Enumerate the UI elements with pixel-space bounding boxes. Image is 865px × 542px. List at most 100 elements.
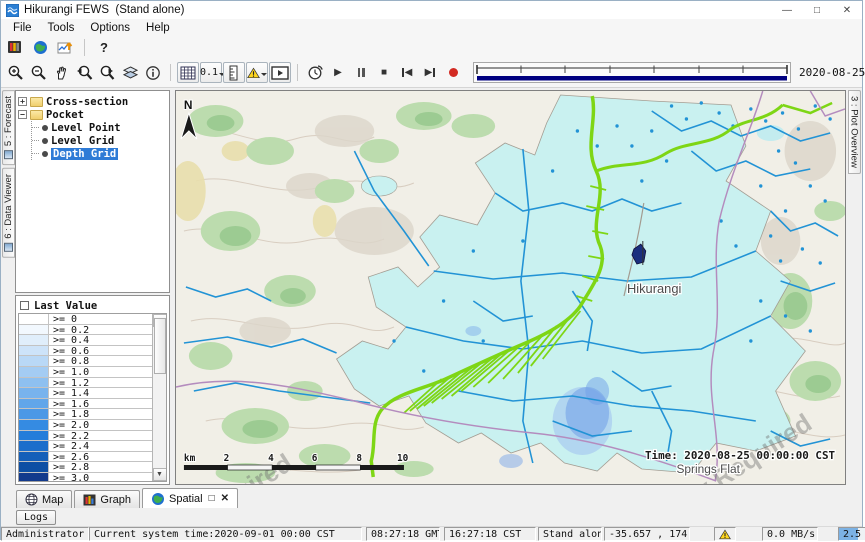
tree-connector xyxy=(32,140,39,141)
checkbox-icon[interactable] xyxy=(20,301,29,310)
legend-swatch xyxy=(19,441,49,451)
timer-icon xyxy=(307,64,324,81)
pause-button[interactable] xyxy=(350,62,372,83)
left-tab-rail: 5 : Forecast 6 : Data Viewer xyxy=(1,88,15,487)
app-window: Hikurangi FEWS (Stand alone) — □ ✕ File … xyxy=(0,0,863,540)
legend-swatch xyxy=(19,335,49,345)
svg-text:4: 4 xyxy=(268,453,274,464)
zoom-previous-button[interactable] xyxy=(73,62,95,83)
status-transfer-rate: 0.0 MB/s xyxy=(762,527,818,541)
menu-file[interactable]: File xyxy=(5,22,40,34)
help-button[interactable]: ? xyxy=(93,37,115,58)
status-local-time: 16:27:18 CST xyxy=(444,527,536,541)
logs-button[interactable]: Logs xyxy=(16,510,56,525)
folder-icon xyxy=(30,97,43,107)
title-bar: Hikurangi FEWS (Stand alone) — □ ✕ xyxy=(1,1,862,19)
tree-connector xyxy=(32,127,39,128)
timeseries-dialog-button[interactable] xyxy=(54,37,76,58)
scale-bar-button[interactable] xyxy=(223,62,245,83)
zoom-in-button[interactable] xyxy=(4,62,26,83)
timeline-slider[interactable] xyxy=(473,62,791,83)
point-size-dropdown[interactable]: 0.1 xyxy=(200,62,222,83)
grid-display-button[interactable] xyxy=(177,62,199,83)
pan-button[interactable] xyxy=(50,62,72,83)
legend-row: >= 2.8 xyxy=(19,462,152,473)
zoom-next-button[interactable] xyxy=(96,62,118,83)
timeline-period-bar xyxy=(477,76,787,81)
map-time-label: Time: 2020-08-25 00:00:00 CST xyxy=(645,449,836,462)
toolbar-separator xyxy=(84,39,85,56)
legend-swatch xyxy=(19,399,49,409)
legend-row: >= 1.4 xyxy=(19,388,152,399)
tree-connector xyxy=(32,153,39,154)
tree-label: Level Point xyxy=(51,122,121,134)
app-logo-icon xyxy=(6,4,19,17)
tree-item-level-point[interactable]: Level Point xyxy=(32,121,167,134)
tab-graph[interactable]: Graph xyxy=(74,490,140,508)
pause-icon xyxy=(357,66,366,80)
zoom-out-button[interactable] xyxy=(27,62,49,83)
legend-row: >= 0.6 xyxy=(19,346,152,357)
legend-swatch xyxy=(19,388,49,398)
legend-swatch xyxy=(19,356,49,366)
toolbar-separator xyxy=(297,64,298,81)
spatial-layer-tree: + Cross-section − Pocket Level Point xyxy=(15,90,170,293)
stop-button[interactable]: ■ xyxy=(373,62,395,83)
tab-map[interactable]: Map xyxy=(16,490,72,508)
menu-options[interactable]: Options xyxy=(82,22,138,34)
tree-item-level-grid[interactable]: Level Grid xyxy=(32,134,167,147)
step-forward-button[interactable]: ▶ xyxy=(419,62,441,83)
map-display-button[interactable] xyxy=(29,37,51,58)
legend-row: >= 2.2 xyxy=(19,431,152,442)
legend-swatch xyxy=(19,462,49,472)
expand-icon[interactable]: + xyxy=(18,97,27,106)
tab-plot-overview[interactable]: 3 : Plot Overview xyxy=(848,90,861,174)
status-warning[interactable] xyxy=(714,527,736,541)
close-panel-icon[interactable]: ✕ xyxy=(221,493,229,504)
chart-arrow-icon xyxy=(57,40,74,55)
float-panel-icon[interactable]: □ xyxy=(209,493,215,504)
timer-button[interactable] xyxy=(304,62,326,83)
menu-help[interactable]: Help xyxy=(138,22,178,34)
legend-swatch xyxy=(19,473,49,482)
legend-row: >= 0 xyxy=(19,314,152,325)
legend-rows: >= 0 >= 0.2 >= 0.4 >= 0.6 >= 0.8 >= 1.0 … xyxy=(19,314,152,481)
grid-icon xyxy=(180,66,196,80)
bottom-tab-bar: Map Graph Spatial □ ✕ xyxy=(1,487,862,508)
legend-scrollbar[interactable]: ▲ ▼ xyxy=(152,314,166,481)
record-button[interactable] xyxy=(442,62,464,83)
play-button[interactable]: ▶ xyxy=(327,62,349,83)
menu-bar: File Tools Options Help xyxy=(1,19,862,36)
info-button[interactable] xyxy=(142,62,164,83)
scroll-thumb[interactable] xyxy=(154,318,166,374)
tree-label: Pocket xyxy=(46,109,84,121)
minimize-button[interactable]: — xyxy=(772,1,802,19)
scroll-down-icon[interactable]: ▼ xyxy=(153,468,167,481)
legend-row: >= 0.4 xyxy=(19,335,152,346)
tree-item-pocket[interactable]: − Pocket xyxy=(18,108,167,121)
tree-item-cross-section[interactable]: + Cross-section xyxy=(18,95,167,108)
last-value-option[interactable]: Last Value xyxy=(18,298,167,313)
layers-button[interactable] xyxy=(119,62,141,83)
legend-row: >= 2.0 xyxy=(19,420,152,431)
tree-item-depth-grid[interactable]: Depth Grid xyxy=(32,147,167,160)
warnings-dropdown[interactable] xyxy=(246,62,268,83)
tree-label-selected: Depth Grid xyxy=(51,148,118,160)
layers-icon xyxy=(122,65,139,81)
animation-button[interactable] xyxy=(269,62,291,83)
explorer-button[interactable] xyxy=(4,37,26,58)
maximize-button[interactable]: □ xyxy=(802,1,832,19)
layer-bullet-icon xyxy=(42,151,48,157)
info-icon xyxy=(145,65,161,81)
tab-forecast[interactable]: 5 : Forecast xyxy=(2,90,15,165)
map-canvas[interactable]: API Key Required API Key Required Hikura… xyxy=(175,90,846,485)
close-button[interactable]: ✕ xyxy=(832,1,862,19)
step-back-button[interactable]: ◀ xyxy=(396,62,418,83)
tab-spatial[interactable]: Spatial □ ✕ xyxy=(142,488,238,508)
zoom-out-icon xyxy=(30,64,47,81)
spatial-globe-icon xyxy=(151,492,165,506)
legend-swatch xyxy=(19,420,49,430)
menu-tools[interactable]: Tools xyxy=(40,22,83,34)
tab-data-viewer[interactable]: 6 : Data Viewer xyxy=(2,168,15,258)
collapse-icon[interactable]: − xyxy=(18,110,27,119)
